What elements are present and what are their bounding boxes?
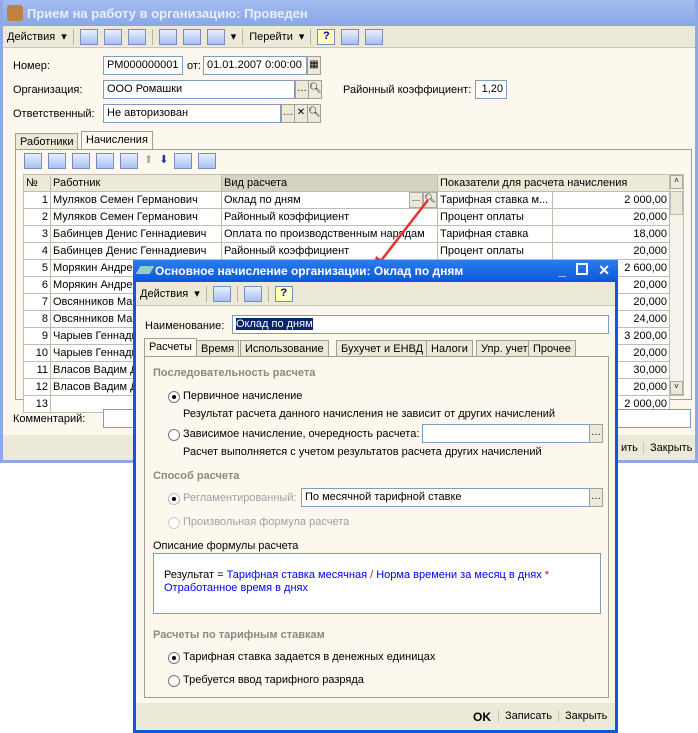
formula-param: Тарифная ставка месячная (226, 569, 368, 581)
dependent-radio[interactable] (168, 429, 180, 441)
formula-param: Отработанное время в днях (164, 582, 308, 594)
tab-5[interactable]: Упр. учет (476, 340, 533, 357)
help-icon[interactable]: ? (274, 285, 293, 302)
dialog-tab-panel: Последовательность расчета Первичное нач… (144, 356, 609, 698)
select-button[interactable]: … (589, 488, 603, 507)
close-icon[interactable]: ✕ (598, 262, 610, 279)
tariff-section-title: Расчеты по тарифным ставкам (153, 629, 325, 641)
tariff-grade-radio[interactable] (168, 675, 180, 687)
formula-title: Описание формулы расчета (153, 540, 299, 552)
dependent-label: Зависимое начисление, очередность расчет… (183, 428, 420, 440)
tab-4[interactable]: Налоги (426, 340, 473, 357)
tab-3[interactable]: Бухучет и ЕНВД (336, 340, 429, 357)
formula-text: Результат = (164, 569, 227, 581)
regulated-label: Регламентированный: (183, 492, 297, 504)
name-field[interactable]: Оклад по дням (232, 315, 609, 334)
dialog-title-bar: Основное начисление организации: Оклад п… (133, 260, 618, 282)
actions-menu[interactable]: Действия (140, 288, 188, 300)
tariff-grade-label: Требуется ввод тарифного разряда (183, 674, 364, 686)
seq-section-title: Последовательность расчета (153, 367, 316, 379)
tariff-money-radio[interactable] (168, 652, 180, 664)
ok-button[interactable]: OK (467, 710, 497, 724)
dialog-toolbar: Действия ▾ ? (136, 282, 615, 306)
primary-desc: Результат расчета данного начисления не … (183, 408, 556, 420)
save-close-icon[interactable] (212, 285, 231, 302)
tab-2[interactable]: Использование (240, 340, 329, 357)
dialog-bottom-bar: OK Записать Закрыть (136, 703, 615, 730)
name-label: Наименование: (145, 320, 225, 332)
regulated-radio[interactable] (168, 493, 180, 505)
method-section-title: Способ расчета (153, 470, 240, 482)
select-button[interactable]: … (589, 424, 603, 443)
regulated-field[interactable]: По месячной тарифной ставке (301, 488, 590, 507)
arrow-line (379, 199, 429, 263)
dependent-desc: Расчет выполняется с учетом результатов … (183, 446, 542, 458)
close-button[interactable]: Закрыть (558, 710, 613, 722)
tab-0[interactable]: Расчеты (144, 338, 197, 357)
formula-description: Результат = Тарифная ставка месячная / Н… (153, 553, 601, 614)
custom-formula-label: Произвольная формула расчета (183, 516, 350, 528)
tariff-money-label: Тарифная ставка задается в денежных един… (183, 651, 436, 663)
maximize-icon[interactable] (576, 263, 588, 275)
copy-icon[interactable] (243, 285, 262, 302)
dialog-title: Основное начисление организации: Оклад п… (155, 264, 464, 278)
catalog-icon (135, 266, 155, 274)
primary-label: Первичное начисление (183, 390, 303, 402)
primary-radio[interactable] (168, 391, 180, 403)
formula-operator: / (367, 569, 377, 581)
tab-6[interactable]: Прочее (528, 340, 576, 357)
formula-operator: * (541, 569, 550, 581)
save-button[interactable]: Записать (498, 710, 558, 722)
tab-1[interactable]: Время (196, 340, 240, 357)
formula-param: Норма времени за месяц в днях (376, 569, 542, 581)
minimize-icon[interactable]: _ (558, 262, 566, 278)
order-field[interactable] (422, 424, 590, 443)
name-value: Оклад по дням (235, 317, 314, 331)
dialog-window: Основное начисление организации: Оклад п… (133, 260, 618, 733)
custom-formula-radio[interactable] (168, 517, 180, 529)
